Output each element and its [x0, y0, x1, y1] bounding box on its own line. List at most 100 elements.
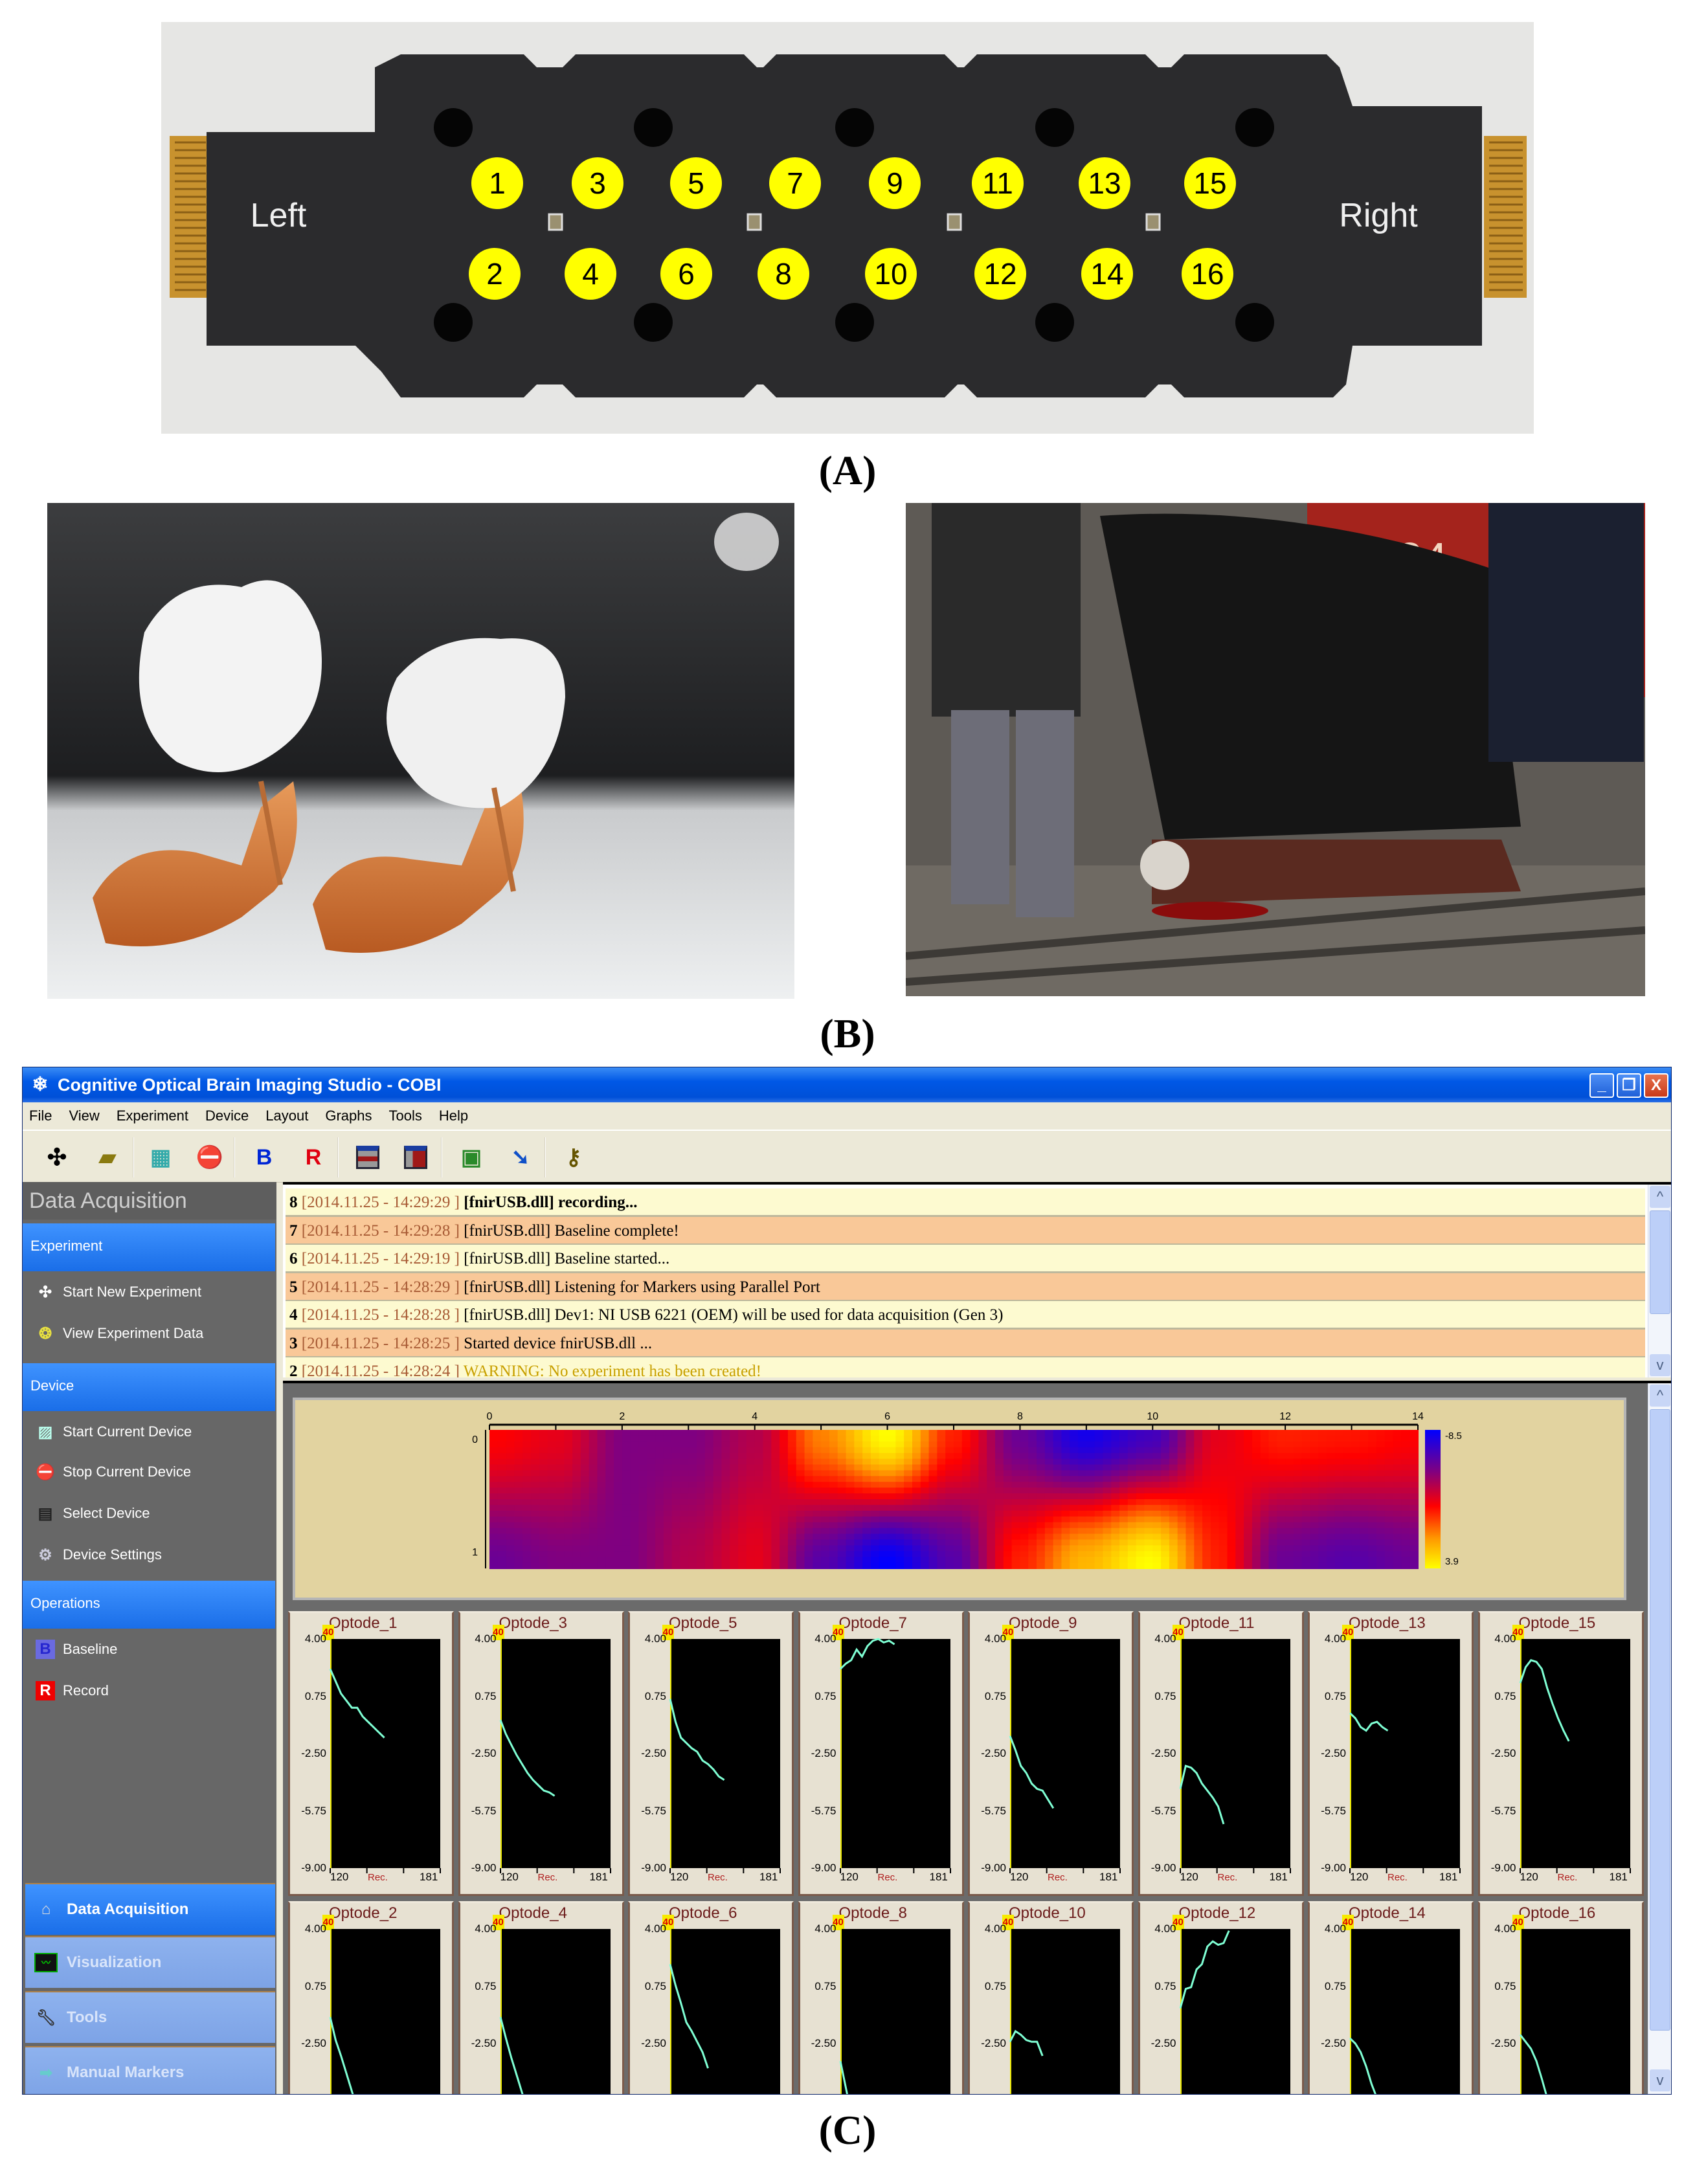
- heatmap-cell: [1393, 1447, 1402, 1454]
- sidebar-item-stop-current-device[interactable]: ⛔ Stop Current Device: [36, 1459, 191, 1485]
- heatmap-cell: [1194, 1447, 1204, 1454]
- heatmap-cell: [663, 1545, 673, 1552]
- heatmap-cell: [887, 1441, 897, 1448]
- heatmap-cell: [1310, 1430, 1319, 1436]
- menu-layout[interactable]: Layout: [265, 1108, 308, 1124]
- new-experiment-icon[interactable]: ✣: [43, 1144, 71, 1171]
- baseline-icon[interactable]: B: [251, 1144, 278, 1171]
- graphs-scrollbar[interactable]: ^ v: [1648, 1383, 1671, 2094]
- heatmap-cell: [630, 1435, 640, 1442]
- sensor-pad: [207, 54, 1482, 397]
- heatmap-cell: [1185, 1563, 1195, 1569]
- heatmap-cell: [564, 1476, 574, 1483]
- sidebar-item-record[interactable]: R Record: [36, 1678, 109, 1704]
- heatmap-cell: [895, 1563, 905, 1569]
- heatmap-cell: [564, 1453, 574, 1460]
- heatmap-cell: [895, 1435, 905, 1442]
- sidebar-item-view-experiment-data[interactable]: ❂ View Experiment Data: [36, 1320, 203, 1346]
- heatmap-cell: [1011, 1488, 1021, 1495]
- log-number: 3: [289, 1334, 298, 1352]
- heatmap-cell: [1252, 1504, 1261, 1511]
- heatmap-cell: [655, 1551, 664, 1558]
- heatmap-cell: [787, 1453, 797, 1460]
- heatmap-cell: [961, 1458, 971, 1465]
- heatmap-cell: [1293, 1458, 1303, 1465]
- nav-data-acquisition[interactable]: ⌂ Data Acquisition: [25, 1883, 275, 1935]
- help-key-icon[interactable]: ⚷: [560, 1144, 587, 1171]
- section-operations[interactable]: Operations: [23, 1581, 275, 1629]
- sidebar-item-select-device[interactable]: ▤ Select Device: [36, 1500, 150, 1526]
- heatmap-cell: [1235, 1516, 1245, 1523]
- scroll-down-arrow[interactable]: v: [1650, 1354, 1670, 1376]
- heatmap-cell: [928, 1528, 938, 1535]
- heatmap-cell: [1202, 1533, 1211, 1541]
- heatmap-cell: [746, 1464, 756, 1471]
- scroll-down-arrow[interactable]: v: [1650, 2069, 1670, 2091]
- heatmap-cell: [738, 1458, 747, 1465]
- sidebar-item-baseline[interactable]: B Baseline: [36, 1636, 117, 1662]
- menu-experiment[interactable]: Experiment: [117, 1108, 188, 1124]
- monitor-icon[interactable]: ▣: [458, 1144, 485, 1171]
- stop-icon[interactable]: ⛔: [196, 1144, 223, 1171]
- record-icon[interactable]: R: [300, 1144, 327, 1171]
- heatmap-cell: [1185, 1533, 1195, 1541]
- heatmap-cell: [1268, 1488, 1278, 1495]
- menu-tools[interactable]: Tools: [389, 1108, 422, 1124]
- menu-graphs[interactable]: Graphs: [325, 1108, 372, 1124]
- section-device[interactable]: Device: [23, 1363, 275, 1411]
- heatmap-cell: [1218, 1563, 1228, 1569]
- heatmap-cell: [622, 1470, 631, 1477]
- menu-file[interactable]: File: [29, 1108, 52, 1124]
- close-button[interactable]: X: [1644, 1073, 1668, 1098]
- heatmap-cell: [995, 1528, 1004, 1535]
- heatmap-cell: [1086, 1441, 1095, 1448]
- heatmap-cell: [1285, 1545, 1294, 1552]
- sidebar-item-start-current-device[interactable]: ▨ Start Current Device: [36, 1419, 192, 1445]
- menu-view[interactable]: View: [69, 1108, 99, 1124]
- heatmap-cell: [1044, 1441, 1054, 1448]
- heatmap-cell: [721, 1493, 731, 1500]
- heatmap-cell: [1310, 1499, 1319, 1506]
- heatmap-cell: [1177, 1464, 1187, 1471]
- log-scrollbar[interactable]: ^ v: [1648, 1185, 1671, 1377]
- heatmap-cell: [1301, 1510, 1311, 1517]
- menu-help[interactable]: Help: [439, 1108, 468, 1124]
- heatmap-cell: [862, 1545, 871, 1552]
- heatmap-cell: [597, 1499, 607, 1506]
- heatmap-cell: [771, 1545, 781, 1552]
- window-title: Cognitive Optical Brain Imaging Studio -…: [58, 1075, 442, 1095]
- heatmap-cell: [539, 1435, 548, 1442]
- log-number: 2: [289, 1363, 298, 1377]
- scroll-thumb[interactable]: [1650, 1409, 1670, 2031]
- heatmap-cell: [763, 1458, 772, 1465]
- sidebar-item-start-new-experiment[interactable]: ✣ Start New Experiment: [36, 1279, 201, 1305]
- nav-manual-markers[interactable]: ➡ Manual Markers: [25, 2046, 275, 2094]
- scroll-up-arrow[interactable]: ^: [1650, 1186, 1670, 1208]
- section-experiment[interactable]: Experiment: [23, 1223, 275, 1271]
- nav-visualization[interactable]: 〰 Visualization: [25, 1936, 275, 1988]
- heatmap-cell: [697, 1458, 706, 1465]
- scroll-up-arrow[interactable]: ^: [1650, 1385, 1670, 1407]
- menu-device[interactable]: Device: [205, 1108, 249, 1124]
- start-device-icon[interactable]: ▦: [147, 1144, 174, 1171]
- heatmap-cell: [1111, 1528, 1121, 1535]
- heatmap-cell: [1119, 1504, 1128, 1511]
- layout-vertical-icon[interactable]: [402, 1144, 429, 1171]
- heatmap-cell: [1409, 1516, 1419, 1523]
- scroll-thumb[interactable]: [1650, 1210, 1670, 1314]
- heatmap-cell: [1218, 1545, 1228, 1552]
- arrow-icon[interactable]: ➘: [507, 1144, 534, 1171]
- sidebar-item-device-settings[interactable]: ⚙ Device Settings: [36, 1542, 162, 1568]
- heatmap-cell: [614, 1470, 623, 1477]
- nav-tools[interactable]: 🔧︎ Tools: [25, 1991, 275, 2043]
- minimize-button[interactable]: _: [1589, 1073, 1614, 1098]
- heatmap-cell: [961, 1557, 971, 1564]
- heatmap-cell: [763, 1563, 772, 1569]
- heatmap-cell: [589, 1470, 598, 1477]
- heatmap-cell: [1127, 1435, 1137, 1442]
- restore-button[interactable]: ❐: [1617, 1073, 1641, 1098]
- heatmap-cell: [1086, 1551, 1095, 1558]
- layout-horizontal-icon[interactable]: [354, 1144, 381, 1171]
- heatmap-cell: [1393, 1563, 1402, 1569]
- open-folder-icon[interactable]: ▰: [94, 1144, 121, 1171]
